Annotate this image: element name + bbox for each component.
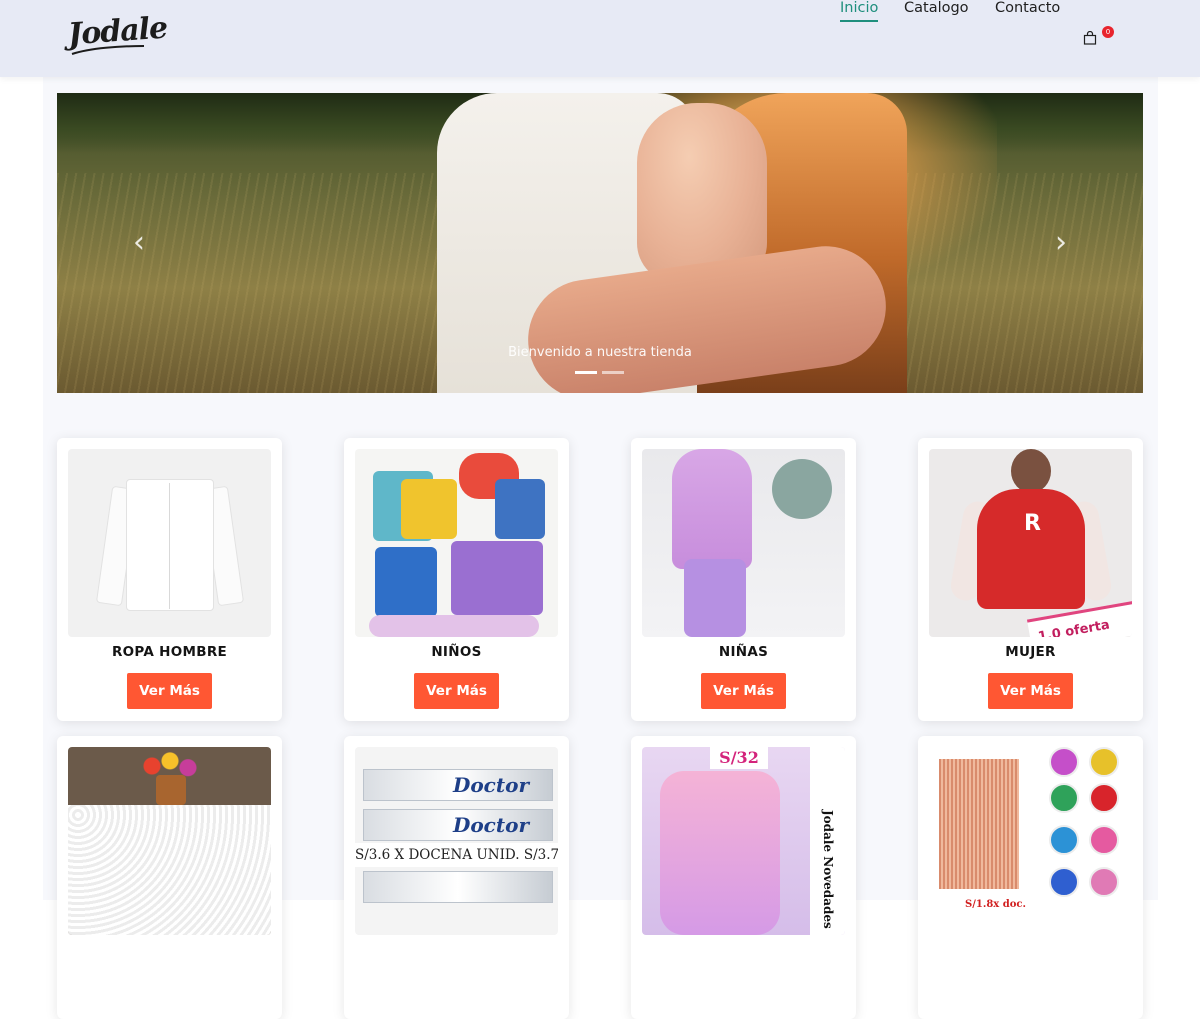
- toothpaste-box: [363, 871, 553, 903]
- ver-mas-button[interactable]: Ver Más: [701, 673, 786, 709]
- hero-caption: Bienvenido a nuestra tienda: [508, 345, 692, 360]
- category-card-mochilas: S/32 Jodale Novedades: [631, 736, 856, 1019]
- model-head: [1011, 449, 1051, 493]
- color-swatch: [1089, 867, 1119, 897]
- category-card-hogar: [57, 736, 282, 1019]
- toy-shoes-pink: [369, 615, 539, 637]
- category-image-fiesta[interactable]: S/1.8x doc.: [929, 747, 1132, 935]
- lace-tablecloth: [68, 805, 271, 935]
- side-banner-text: Jodale Novedades: [821, 810, 835, 929]
- category-card-cuidado: Doctor Doctor S/3.6 X DOCENA UNID. S/3.7: [344, 736, 569, 1019]
- nav-contacto[interactable]: Contacto: [995, 0, 1060, 16]
- nav-catalogo[interactable]: Catalogo: [904, 0, 969, 16]
- toothpaste-brand: Doctor: [453, 813, 529, 837]
- ver-mas-button[interactable]: Ver Más: [988, 673, 1073, 709]
- color-swatch: [1049, 783, 1079, 813]
- category-title: ROPA HOMBRE: [111, 644, 228, 660]
- category-card-mujer: R 1.0 oferta MUJER Ver Más: [918, 438, 1143, 721]
- ver-mas-button[interactable]: Ver Más: [414, 673, 499, 709]
- ver-mas-button[interactable]: Ver Más: [127, 673, 212, 709]
- price-tag: S/32: [710, 747, 768, 769]
- cart-count-badge: 0: [1102, 26, 1114, 38]
- hero-carousel[interactable]: ‹ › Bienvenido a nuestra tienda: [57, 93, 1143, 393]
- category-image-hogar[interactable]: [68, 747, 271, 935]
- foil-curtain: [939, 759, 1019, 889]
- girl-coat: [672, 449, 752, 569]
- category-card-ninas: NIÑAS Ver Más: [631, 438, 856, 721]
- carousel-indicator-2[interactable]: [602, 371, 624, 374]
- shirt-body: [126, 479, 214, 611]
- chevron-right-icon[interactable]: ›: [1049, 223, 1073, 263]
- category-card-fiesta: S/1.8x doc.: [918, 736, 1143, 1019]
- chevron-left-icon[interactable]: ‹: [127, 223, 151, 263]
- category-title: NIÑOS: [431, 644, 482, 660]
- girl-pants: [684, 559, 746, 637]
- category-image-ninos[interactable]: [355, 449, 558, 637]
- shopping-bag-icon[interactable]: [1083, 31, 1097, 45]
- varsity-jacket: [977, 489, 1085, 609]
- color-swatch: [1049, 747, 1079, 777]
- category-title: NIÑAS: [718, 644, 769, 660]
- category-image-mochilas[interactable]: S/32 Jodale Novedades: [642, 747, 845, 935]
- color-swatch: [1049, 867, 1079, 897]
- color-swatch: [1049, 825, 1079, 855]
- logo-swash-icon: [71, 45, 145, 55]
- category-card-ninos: NIÑOS Ver Más: [344, 438, 569, 721]
- color-swatch: [1089, 825, 1119, 855]
- color-swatch: [1089, 783, 1119, 813]
- category-image-ninas[interactable]: [642, 449, 845, 637]
- nav-inicio[interactable]: Inicio: [840, 0, 879, 22]
- price-band: S/3.6 X DOCENA UNID. S/3.7: [355, 843, 558, 867]
- category-image-mujer[interactable]: R 1.0 oferta: [929, 449, 1132, 637]
- category-image-ropa-hombre[interactable]: [68, 449, 271, 637]
- category-card-ropa-hombre: ROPA HOMBRE Ver Más: [57, 438, 282, 721]
- toy-shirt-yellow: [401, 479, 457, 539]
- site-header: Jodale Inicio Catalogo Contacto 0: [0, 0, 1200, 77]
- shirt-placket: [169, 483, 170, 609]
- plant-decor: [772, 459, 832, 519]
- toy-board-navy: [495, 479, 545, 539]
- category-image-cuidado[interactable]: Doctor Doctor S/3.6 X DOCENA UNID. S/3.7: [355, 747, 558, 935]
- color-swatch: [1089, 747, 1119, 777]
- category-title: MUJER: [1005, 644, 1056, 660]
- party-price: S/1.8x doc.: [965, 899, 1026, 910]
- backpack: [660, 771, 780, 935]
- flower-vase: [156, 775, 186, 805]
- toothpaste-brand: Doctor: [453, 773, 529, 797]
- toy-shirt-blue: [375, 547, 437, 617]
- carousel-indicator-1[interactable]: [575, 371, 597, 374]
- toy-board-purple: [451, 541, 543, 615]
- jacket-letter: R: [1024, 511, 1041, 536]
